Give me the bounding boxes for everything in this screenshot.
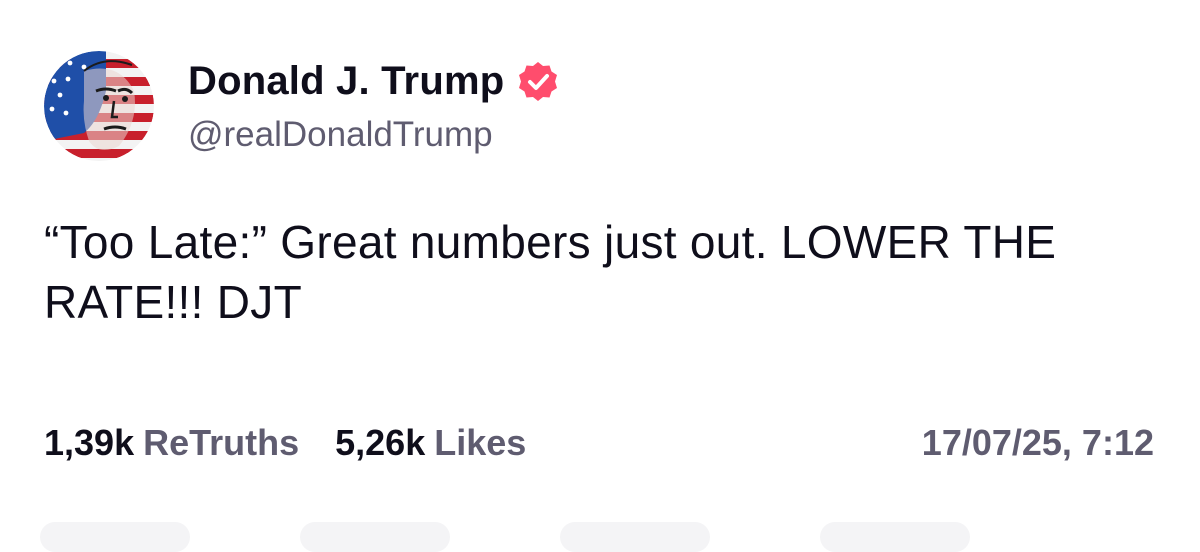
- retruths-label: ReTruths: [143, 422, 300, 463]
- share-button[interactable]: [820, 522, 970, 552]
- author-display-name[interactable]: Donald J. Trump: [188, 59, 504, 104]
- post-text: “Too Late:” Great numbers just out. LOWE…: [44, 216, 1057, 328]
- reply-button[interactable]: [40, 522, 190, 552]
- post-header: Donald J. Trump @realDonaldTrump: [44, 48, 560, 163]
- author-handle[interactable]: @realDonaldTrump: [188, 115, 560, 155]
- likes-count: 5,26k: [335, 422, 426, 463]
- retruths-stat[interactable]: 1,39k ReTruths: [44, 422, 299, 464]
- verified-badge-icon: [516, 60, 560, 104]
- like-button[interactable]: [560, 522, 710, 552]
- post-timestamp[interactable]: 17/07/25, 7:12: [922, 422, 1154, 464]
- truth-post: Donald J. Trump @realDonaldTrump “Too La…: [0, 0, 1200, 552]
- likes-label: Likes: [434, 422, 527, 463]
- author-name-row: Donald J. Trump: [188, 57, 560, 107]
- retruths-count: 1,39k: [44, 422, 135, 463]
- likes-stat[interactable]: 5,26k Likes: [335, 422, 526, 464]
- action-bar: [0, 516, 1200, 552]
- flag-portrait-icon: [44, 50, 154, 161]
- author-avatar[interactable]: [44, 50, 154, 161]
- author-identity: Donald J. Trump @realDonaldTrump: [188, 57, 560, 155]
- retruth-button[interactable]: [300, 522, 450, 552]
- post-stats: 1,39k ReTruths 5,26k Likes 17/07/25, 7:1…: [44, 418, 1154, 468]
